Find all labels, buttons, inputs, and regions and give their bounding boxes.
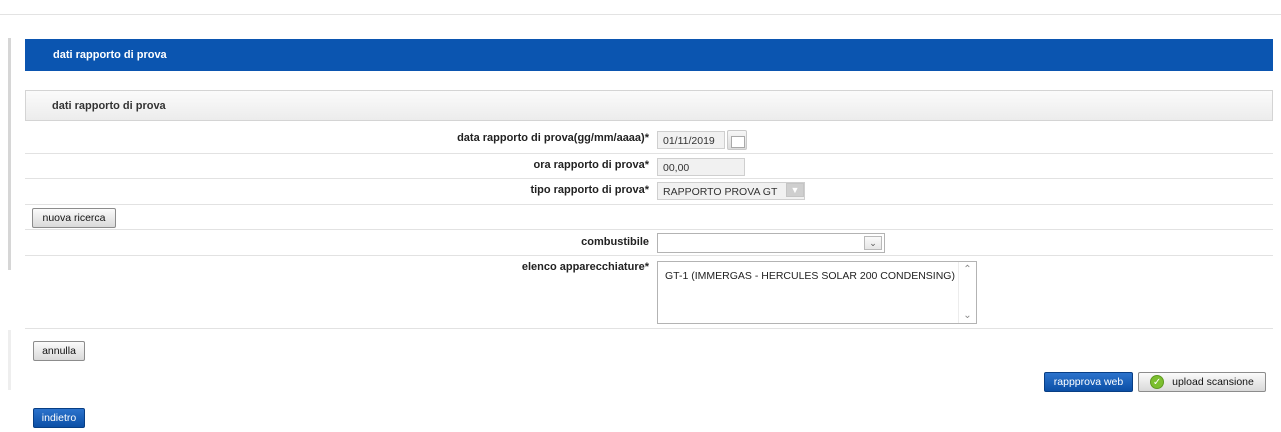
type-label: tipo rapporto di prova* xyxy=(530,184,649,196)
date-label: data rapporto di prova(gg/mm/aaaa)* xyxy=(457,132,649,144)
type-row: tipo rapporto di prova* RAPPORTO PROVA G… xyxy=(25,179,1273,205)
equipment-listbox[interactable]: GT-1 (IMMERGAS - HERCULES SOLAR 200 COND… xyxy=(657,261,977,324)
top-divider xyxy=(0,14,1281,15)
type-select-value: RAPPORTO PROVA GT xyxy=(663,186,778,198)
fuel-row: combustibile ⌄ xyxy=(25,230,1273,256)
time-label: ora rapporto di prova* xyxy=(533,159,649,171)
section-title: dati rapporto di prova xyxy=(52,99,166,112)
chevron-down-icon[interactable]: ⌄ xyxy=(959,310,976,321)
back-button[interactable]: indietro xyxy=(33,408,85,428)
new-search-button[interactable]: nuova ricerca xyxy=(32,208,116,228)
check-icon: ✓ xyxy=(1150,375,1165,389)
page-title: dati rapporto di prova xyxy=(53,49,167,61)
page-header: dati rapporto di prova xyxy=(25,39,1273,71)
time-row: ora rapporto di prova* 00,00 xyxy=(25,154,1273,179)
upload-scan-label: upload scansione xyxy=(1172,376,1254,388)
type-select-arrow-wrap: ▼ xyxy=(783,182,805,200)
section-header: dati rapporto di prova xyxy=(25,90,1273,121)
calendar-icon[interactable] xyxy=(727,130,747,150)
upload-scan-button[interactable]: ✓ upload scansione xyxy=(1138,372,1266,392)
equipment-label: elenco apparecchiature* xyxy=(521,261,649,273)
chevron-down-icon[interactable]: ⌄ xyxy=(864,236,882,250)
listbox-scrollbar[interactable]: ⌃ ⌄ xyxy=(958,262,976,323)
chevron-up-icon[interactable]: ⌃ xyxy=(959,264,976,275)
chevron-down-icon[interactable]: ▼ xyxy=(786,183,804,197)
web-report-button[interactable]: rappprova web xyxy=(1044,372,1133,392)
fuel-select[interactable]: ⌄ xyxy=(657,233,885,253)
time-field[interactable]: 00,00 xyxy=(657,158,745,176)
equipment-item[interactable]: GT-1 (IMMERGAS - HERCULES SOLAR 200 COND… xyxy=(665,270,955,282)
date-row: data rapporto di prova(gg/mm/aaaa)* 01/1… xyxy=(25,125,1273,154)
left-border-strip-lower xyxy=(8,330,11,390)
fuel-label: combustibile xyxy=(581,236,649,248)
equipment-row: elenco apparecchiature* GT-1 (IMMERGAS -… xyxy=(25,256,1273,329)
left-border-strip xyxy=(8,38,11,270)
cancel-button[interactable]: annulla xyxy=(33,341,85,361)
new-search-row: nuova ricerca xyxy=(25,205,1273,230)
date-field[interactable]: 01/11/2019 xyxy=(657,131,725,149)
